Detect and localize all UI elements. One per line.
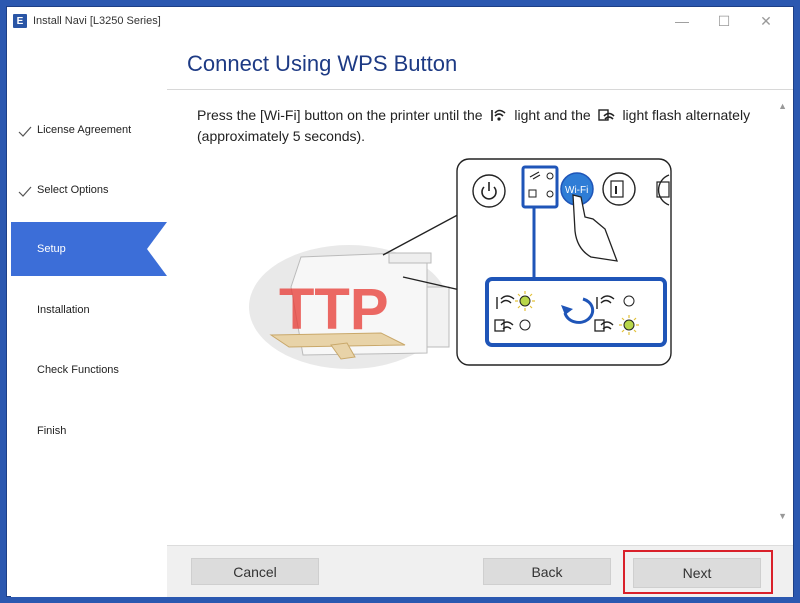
indicator-lights-box bbox=[521, 165, 559, 209]
wifi-direct-light-icon bbox=[597, 109, 615, 121]
step-label: Select Options bbox=[37, 184, 109, 196]
window-title: Install Navi [L3250 Series] bbox=[33, 15, 161, 27]
minimize-button[interactable]: — bbox=[661, 7, 703, 35]
installer-window: E Install Navi [L3250 Series] — ☐ ✕ Lice… bbox=[6, 6, 794, 597]
title-bar: E Install Navi [L3250 Series] — ☐ ✕ bbox=[7, 7, 793, 35]
step-label: Finish bbox=[37, 425, 67, 437]
info-button-icon bbox=[602, 172, 636, 206]
led-off-icon bbox=[623, 295, 635, 307]
step-license-agreement: License Agreement bbox=[11, 103, 167, 157]
check-icon bbox=[18, 126, 32, 137]
step-installation: Installation bbox=[11, 283, 167, 337]
cancel-button[interactable]: Cancel bbox=[191, 558, 319, 585]
step-label: Setup bbox=[37, 243, 66, 255]
step-select-options: Select Options bbox=[11, 163, 167, 217]
step-label: License Agreement bbox=[37, 124, 132, 136]
wifi-light-icon bbox=[491, 109, 506, 121]
app-icon: E bbox=[13, 14, 27, 28]
led-off-icon bbox=[519, 319, 531, 331]
watermark-text: TTP bbox=[279, 277, 389, 342]
window-controls: — ☐ ✕ bbox=[661, 7, 787, 35]
instruction-text: Press the [Wi-Fi] button on the printer … bbox=[197, 105, 757, 147]
step-label: Check Functions bbox=[37, 364, 119, 376]
next-button[interactable]: Next bbox=[633, 558, 761, 588]
led-lit-icon bbox=[619, 315, 639, 335]
led-lit-icon bbox=[515, 291, 535, 311]
scroll-up-arrow-icon[interactable]: ▲ bbox=[778, 101, 787, 111]
scroll-down-arrow-icon[interactable]: ▼ bbox=[778, 511, 787, 521]
setup-steps-sidebar: License Agreement Select Options Setup I… bbox=[11, 47, 167, 597]
main-content: Connect Using WPS Button ▲ Press the [Wi… bbox=[167, 35, 793, 545]
divider bbox=[167, 89, 793, 90]
blink-sequence-panel bbox=[485, 277, 667, 347]
instruction-part: Press the [Wi-Fi] button on the printer … bbox=[197, 107, 483, 123]
wifi-button-label: Wi-Fi bbox=[565, 185, 588, 196]
power-button-icon bbox=[472, 174, 506, 208]
maximize-button[interactable]: ☐ bbox=[703, 7, 745, 35]
step-setup: Setup bbox=[11, 222, 167, 276]
led-indicator bbox=[546, 172, 554, 180]
wps-button-illustration: TTP Wi-Fi bbox=[249, 158, 672, 369]
step-check-functions: Check Functions bbox=[11, 343, 167, 397]
led-indicator bbox=[546, 190, 554, 198]
back-button[interactable]: Back bbox=[483, 558, 611, 585]
button-bar: Cancel Back Next bbox=[167, 545, 793, 597]
instruction-part: light and the bbox=[514, 107, 591, 123]
check-icon bbox=[18, 186, 32, 197]
step-label: Installation bbox=[37, 304, 90, 316]
page-title: Connect Using WPS Button bbox=[187, 51, 458, 76]
step-finish: Finish bbox=[11, 404, 167, 458]
close-button[interactable]: ✕ bbox=[745, 7, 787, 35]
